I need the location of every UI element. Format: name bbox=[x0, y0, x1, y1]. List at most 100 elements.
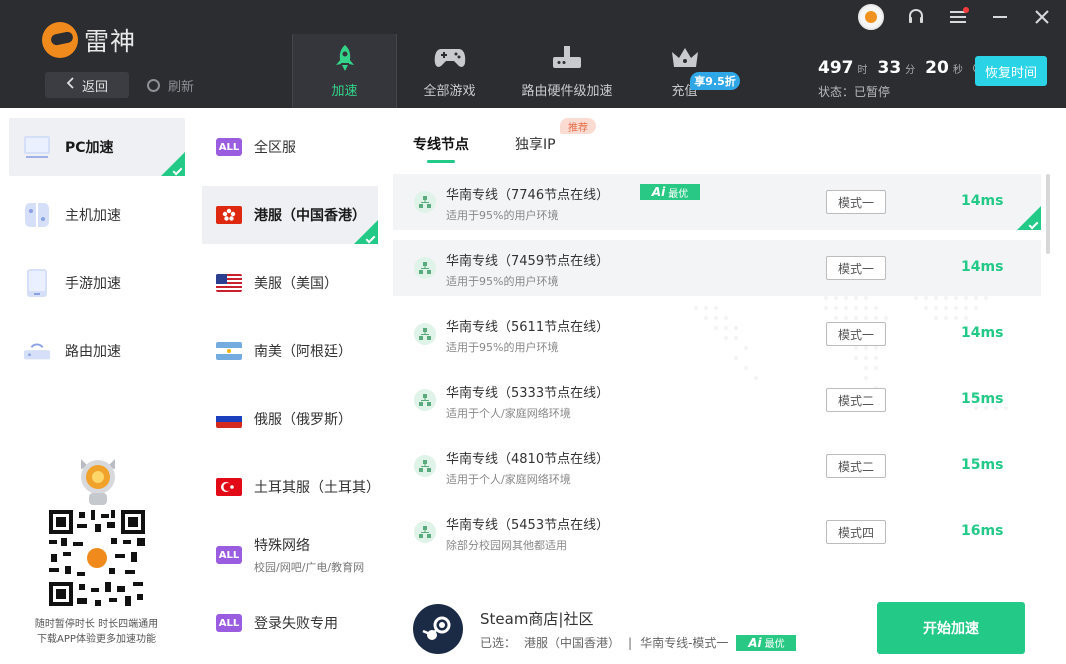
node-row[interactable]: 华南专线（7746节点在线） 适用于95%的用户环境 Ai 最优 模式一 14ms bbox=[393, 174, 1041, 230]
region-item-special-network[interactable]: ALL 特殊网络 校园/网吧/广电/教育网 bbox=[202, 526, 378, 584]
mode-select-button[interactable]: 模式一 bbox=[826, 190, 886, 214]
node-title: 华南专线（5611节点在线） bbox=[446, 320, 610, 335]
ar-flag-icon bbox=[216, 342, 242, 360]
scrollbar[interactable] bbox=[1046, 174, 1050, 254]
tab-router-hardware-label: 路由硬件级加速 bbox=[521, 84, 613, 99]
ai-badge-label: 最优 bbox=[764, 639, 785, 650]
tab-label: 独享IP bbox=[515, 137, 556, 153]
node-row[interactable]: 华南专线（5453节点在线） 除部分校园网其他都适用 模式四 16ms bbox=[393, 504, 1041, 560]
region-label: 特殊网络 bbox=[254, 538, 310, 554]
start-acceleration-button[interactable]: 开始加速 bbox=[877, 602, 1025, 654]
timer-minutes-unit: 分 bbox=[905, 65, 916, 76]
tab-router-hardware[interactable]: 路由硬件级加速 bbox=[502, 34, 632, 108]
region-label: 美服（美国） bbox=[254, 276, 338, 292]
minimize-icon[interactable] bbox=[990, 5, 1010, 29]
sidebar-item-console[interactable]: 主机加速 bbox=[9, 186, 185, 244]
sidebar-item-label: 路由加速 bbox=[65, 344, 121, 360]
region-label: 土耳其服（土耳其） bbox=[254, 480, 380, 496]
main-nav: 加速 全部游戏 路由硬件级加速 充值 享9.5折 bbox=[292, 34, 740, 108]
app-logo: 雷神 bbox=[42, 22, 136, 58]
tab-accelerate-label: 加速 bbox=[331, 84, 358, 99]
sidebar-item-label: 主机加速 bbox=[65, 208, 121, 224]
latency-value: 14ms bbox=[961, 325, 1004, 341]
steam-icon bbox=[413, 604, 463, 654]
region-item-all[interactable]: ALL 全区服 bbox=[202, 118, 378, 176]
notification-dot bbox=[963, 7, 969, 13]
tab-dedicated-nodes[interactable]: 专线节点 bbox=[413, 134, 469, 163]
region-item-us[interactable]: 美服（美国） bbox=[202, 254, 378, 312]
region-item-login-failure[interactable]: ALL 登录失败专用 bbox=[202, 594, 378, 652]
tab-recharge[interactable]: 充值 bbox=[632, 34, 737, 108]
region-item-ar[interactable]: 南美（阿根廷） bbox=[202, 322, 378, 380]
router-icon bbox=[550, 44, 584, 72]
refresh-icon bbox=[147, 78, 160, 92]
ai-badge-text: Ai bbox=[651, 185, 666, 199]
window-controls bbox=[858, 4, 1052, 30]
node-panel: 专线节点 独享IP 推荐 华南专线（7746节点在线） 适用于95%的用户环境 … bbox=[386, 108, 1066, 664]
region-label: 全区服 bbox=[254, 140, 296, 156]
mode-select-button[interactable]: 模式二 bbox=[826, 388, 886, 412]
region-label: 登录失败专用 bbox=[254, 616, 338, 632]
region-label: 港服（中国香港） bbox=[254, 208, 366, 224]
node-row[interactable]: 华南专线（5333节点在线） 适用于个人/家庭网络环境 模式二 15ms bbox=[393, 372, 1041, 428]
all-badge-icon: ALL bbox=[216, 614, 242, 632]
region-label: 南美（阿根廷） bbox=[254, 344, 352, 360]
menu-icon[interactable] bbox=[948, 5, 969, 29]
region-item-tr[interactable]: 土耳其服（土耳其） bbox=[202, 458, 380, 516]
router-icon bbox=[23, 337, 51, 365]
latency-value: 14ms bbox=[961, 259, 1004, 275]
active-tab-indicator bbox=[427, 160, 455, 163]
tab-exclusive-ip[interactable]: 独享IP 推荐 bbox=[515, 118, 596, 154]
sidebar-item-mobile[interactable]: 手游加速 bbox=[9, 254, 185, 312]
headset-icon[interactable] bbox=[906, 5, 926, 29]
sidebar-item-router[interactable]: 路由加速 bbox=[9, 322, 185, 380]
node-description: 适用于95%的用户环境 bbox=[446, 209, 559, 222]
network-node-icon bbox=[414, 521, 436, 543]
all-badge-icon: ALL bbox=[216, 138, 242, 156]
region-item-hk[interactable]: 港服（中国香港） bbox=[202, 186, 378, 244]
remaining-time: 497 时 33 分 20 秒 bbox=[818, 58, 983, 78]
mode-select-button[interactable]: 模式一 bbox=[826, 322, 886, 346]
sidebar-item-label: 手游加速 bbox=[65, 276, 121, 292]
selected-summary: 已选： 港服（中国香港） | 华南专线-模式一 Ai 最优 bbox=[480, 634, 797, 651]
back-button[interactable]: 返回 bbox=[45, 72, 129, 98]
leishen-logo-icon bbox=[42, 22, 78, 58]
tab-accelerate[interactable]: 加速 bbox=[292, 34, 397, 108]
node-row[interactable]: 华南专线（7459节点在线） 适用于95%的用户环境 模式一 14ms bbox=[393, 240, 1041, 296]
node-title: 华南专线（7459节点在线） bbox=[446, 254, 610, 269]
mode-select-button[interactable]: 模式二 bbox=[826, 454, 886, 478]
selected-prefix: 已选： bbox=[480, 636, 517, 650]
qr-code-image bbox=[47, 508, 147, 608]
refresh-button[interactable]: 刷新 bbox=[147, 72, 194, 98]
status-text: 状态：已暂停 bbox=[818, 85, 891, 99]
node-row[interactable]: 华南专线（5611节点在线） 适用于95%的用户环境 模式一 14ms bbox=[393, 306, 1041, 362]
node-description: 适用于个人/家庭网络环境 bbox=[446, 473, 571, 486]
crown-icon bbox=[670, 44, 700, 72]
discount-badge: 享9.5折 bbox=[690, 72, 740, 90]
network-node-icon bbox=[414, 191, 436, 213]
tab-label: 专线节点 bbox=[413, 137, 469, 153]
region-item-ru[interactable]: 俄服（俄罗斯） bbox=[202, 390, 378, 448]
selected-region: 港服（中国香港） bbox=[524, 636, 621, 650]
network-node-icon bbox=[414, 455, 436, 477]
tab-all-games[interactable]: 全部游戏 bbox=[397, 34, 502, 108]
node-title: 华南专线（5453节点在线） bbox=[446, 518, 610, 533]
node-row[interactable]: 华南专线（4810节点在线） 适用于个人/家庭网络环境 模式二 15ms bbox=[393, 438, 1041, 494]
refresh-label: 刷新 bbox=[168, 79, 195, 95]
console-icon bbox=[23, 201, 51, 229]
avatar[interactable] bbox=[858, 4, 884, 30]
resume-time-button[interactable]: 恢复时间 bbox=[975, 56, 1047, 86]
ru-flag-icon bbox=[216, 410, 242, 428]
back-label: 返回 bbox=[81, 79, 108, 95]
mode-select-button[interactable]: 模式一 bbox=[826, 256, 886, 280]
close-icon[interactable] bbox=[1032, 5, 1052, 29]
monitor-icon bbox=[23, 133, 51, 161]
ai-badge-label: 最优 bbox=[668, 188, 689, 200]
timer-seconds-unit: 秒 bbox=[952, 65, 963, 76]
network-node-icon bbox=[414, 389, 436, 411]
mode-select-button[interactable]: 模式四 bbox=[826, 520, 886, 544]
ai-badge-text: Ai bbox=[748, 635, 762, 650]
tr-flag-icon bbox=[216, 478, 242, 496]
sidebar-item-pc[interactable]: PC加速 bbox=[9, 118, 185, 176]
device-sidebar: PC加速 主机加速 手游加速 路由加速 随时暂停时长 时长四端通用 下载APP体… bbox=[0, 108, 193, 664]
